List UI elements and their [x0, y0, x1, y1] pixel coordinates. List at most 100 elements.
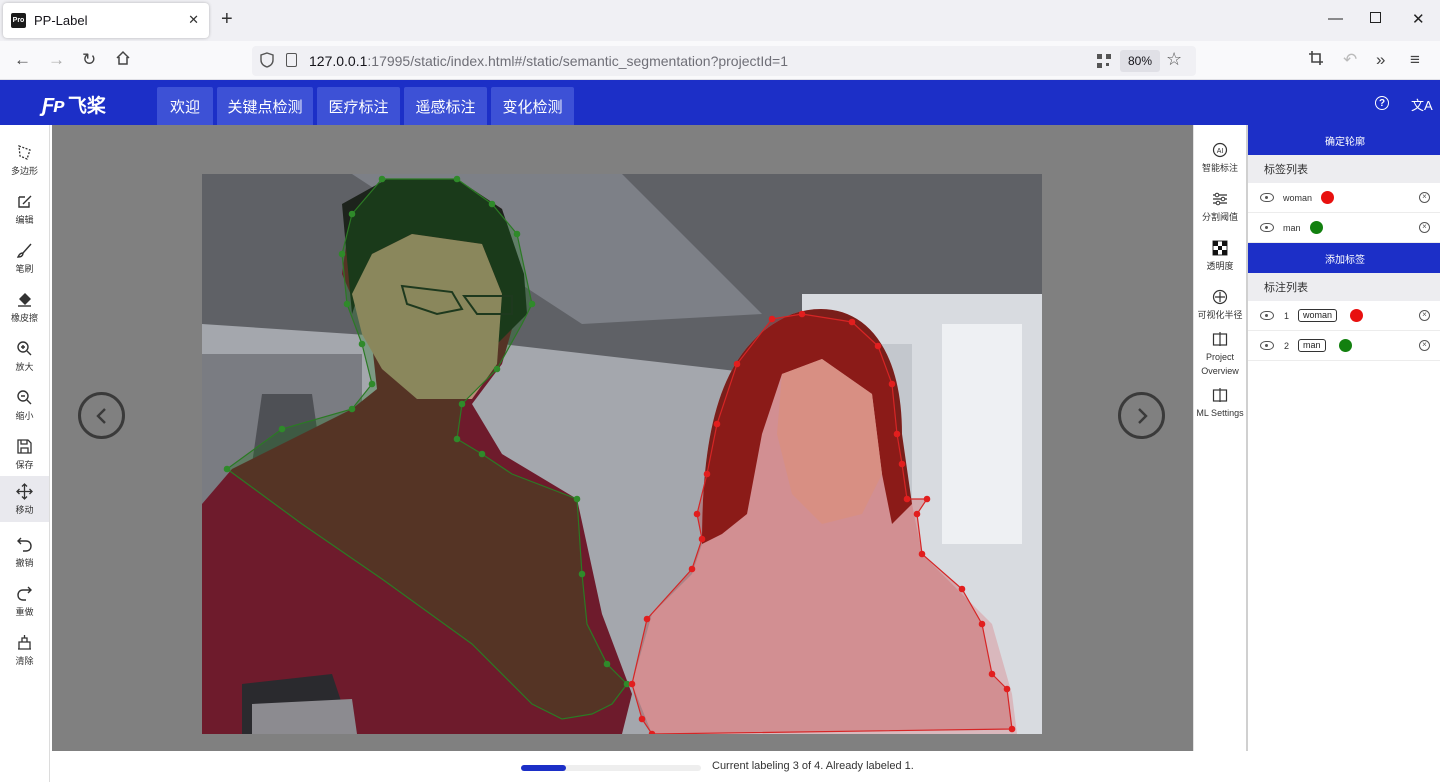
- svg-text:AI: AI: [1217, 148, 1224, 155]
- tool-project-overview[interactable]: Project Overview: [1194, 331, 1246, 378]
- tab-welcome[interactable]: 欢迎: [157, 87, 213, 125]
- tab-keypoint-detection[interactable]: 关键点检测: [217, 87, 313, 125]
- eye-icon[interactable]: [1260, 193, 1274, 202]
- delete-icon[interactable]: ×: [1419, 310, 1430, 321]
- screenshot-icon[interactable]: [1308, 50, 1324, 71]
- add-label-button[interactable]: 添加标签: [1248, 243, 1440, 273]
- delete-icon[interactable]: ×: [1419, 340, 1430, 351]
- tool-label: 分割阈值: [1201, 212, 1238, 222]
- sliders-icon: [1213, 192, 1227, 206]
- tab-medical[interactable]: 医疗标注: [317, 87, 400, 125]
- reload-icon[interactable]: ↻: [82, 50, 96, 70]
- next-image-button[interactable]: [1118, 392, 1165, 439]
- crosshair-icon: [1212, 289, 1228, 305]
- delete-icon[interactable]: ×: [1419, 222, 1430, 233]
- tool-redo[interactable]: 重做: [0, 578, 49, 624]
- label-row-man[interactable]: man ×: [1248, 213, 1440, 243]
- home-icon[interactable]: [115, 50, 131, 71]
- tool-label: 笔刷: [15, 263, 34, 274]
- minimize-icon[interactable]: —: [1328, 10, 1343, 27]
- move-icon: [16, 482, 33, 500]
- tool-opacity[interactable]: 透明度: [1194, 240, 1246, 273]
- brush-icon: [16, 243, 32, 258]
- chevron-right-icon: [1137, 407, 1148, 424]
- tab-change-detection[interactable]: 变化检测: [491, 87, 574, 125]
- help-icon[interactable]: ?: [1375, 96, 1389, 110]
- translate-icon[interactable]: 文A: [1411, 95, 1433, 114]
- tool-label: 重做: [15, 606, 34, 617]
- tool-ml-settings[interactable]: ML Settings: [1194, 387, 1246, 420]
- tool-smart-annotation[interactable]: AI 智能标注: [1194, 142, 1246, 175]
- restore-icon[interactable]: [1370, 12, 1381, 23]
- tool-label: 保存: [15, 459, 34, 470]
- tool-visual-radius[interactable]: 可视化半径: [1194, 289, 1246, 322]
- url-text[interactable]: 127.0.0.1:17995/static/index.html#/stati…: [309, 53, 788, 69]
- tool-zoom-in[interactable]: 放大: [0, 333, 49, 379]
- tool-label: 移动: [15, 504, 34, 515]
- color-swatch[interactable]: [1350, 309, 1364, 322]
- tool-label: 编辑: [15, 214, 34, 225]
- color-swatch[interactable]: [1338, 339, 1352, 352]
- tool-eraser[interactable]: 橡皮擦: [0, 284, 49, 330]
- shield-icon[interactable]: [260, 52, 274, 68]
- annotation-label-tag[interactable]: man: [1298, 339, 1326, 352]
- overflow-icon[interactable]: »: [1376, 50, 1385, 70]
- tool-save[interactable]: 保存: [0, 431, 49, 477]
- undo-close-icon[interactable]: ↶: [1343, 50, 1357, 70]
- ai-icon: AI: [1212, 142, 1228, 158]
- tool-label: 透明度: [1206, 261, 1234, 271]
- annotation-row-2[interactable]: 2 man ×: [1248, 331, 1440, 361]
- tab-remote-sensing[interactable]: 遥感标注: [404, 87, 487, 125]
- clear-icon: [18, 634, 31, 650]
- tool-zoom-out[interactable]: 缩小: [0, 382, 49, 428]
- browser-tab[interactable]: Pro PP-Label ✕: [3, 3, 209, 38]
- color-swatch[interactable]: [1321, 191, 1335, 204]
- annotation-list-title: 标注列表: [1248, 273, 1440, 301]
- close-tab-icon[interactable]: ✕: [188, 12, 199, 28]
- eye-icon[interactable]: [1260, 223, 1274, 232]
- url-bar[interactable]: 127.0.0.1:17995/static/index.html#/stati…: [252, 46, 1196, 76]
- annotation-label-tag[interactable]: woman: [1298, 309, 1338, 322]
- labeling-progress-bar: [521, 765, 701, 771]
- save-icon: [17, 438, 32, 454]
- annotation-canvas[interactable]: [52, 125, 1193, 751]
- color-swatch[interactable]: [1309, 221, 1323, 234]
- annotation-image[interactable]: [202, 174, 1042, 734]
- new-tab-icon[interactable]: +: [221, 9, 233, 29]
- forward-icon[interactable]: →: [48, 50, 65, 70]
- zoom-level[interactable]: 80%: [1120, 50, 1160, 72]
- label-row-woman[interactable]: woman ×: [1248, 183, 1440, 213]
- label-name: woman: [1283, 192, 1313, 203]
- tool-move[interactable]: 移动: [0, 476, 49, 522]
- hamburger-menu-icon[interactable]: ≡: [1410, 50, 1420, 70]
- progress-fill: [521, 765, 566, 771]
- delete-icon[interactable]: ×: [1419, 192, 1430, 203]
- bookmark-star-icon[interactable]: ☆: [1166, 49, 1182, 70]
- tool-brush[interactable]: 笔刷: [0, 235, 49, 281]
- qr-code-icon[interactable]: [1097, 54, 1111, 68]
- back-icon[interactable]: ←: [14, 50, 31, 70]
- app-header: Ƒᴘ 飞桨 欢迎 关键点检测 医疗标注 遥感标注 变化检测 ? 文A: [0, 80, 1440, 125]
- tool-edit[interactable]: 编辑: [0, 186, 49, 232]
- edit-icon: [18, 195, 32, 208]
- tool-undo[interactable]: 撤销: [0, 529, 49, 575]
- eye-icon[interactable]: [1260, 311, 1274, 320]
- checker-icon: [1212, 240, 1228, 256]
- paddle-logo[interactable]: Ƒᴘ 飞桨: [42, 91, 106, 118]
- annotation-index: 2: [1284, 340, 1290, 351]
- window-close-icon[interactable]: ✕: [1412, 10, 1425, 28]
- tool-clear[interactable]: 清除: [0, 627, 49, 673]
- undo-icon: [17, 537, 32, 552]
- tool-segment-threshold[interactable]: 分割阈值: [1194, 191, 1246, 224]
- chevron-left-icon: [95, 407, 106, 424]
- annotation-row-1[interactable]: 1 woman ×: [1248, 301, 1440, 331]
- tool-polygon[interactable]: 多边形: [0, 137, 49, 183]
- confirm-contour-button[interactable]: 确定轮廓: [1248, 125, 1440, 155]
- tool-label: 可视化半径: [1197, 310, 1243, 320]
- favicon-icon: Pro: [11, 13, 26, 28]
- tool-label: 放大: [15, 361, 34, 372]
- eye-icon[interactable]: [1260, 341, 1274, 350]
- previous-image-button[interactable]: [78, 392, 125, 439]
- right-toolbar: AI 智能标注 分割阈值 透明度 可视化半径 Project Overview …: [1193, 125, 1245, 751]
- label-list-title: 标签列表: [1248, 155, 1440, 183]
